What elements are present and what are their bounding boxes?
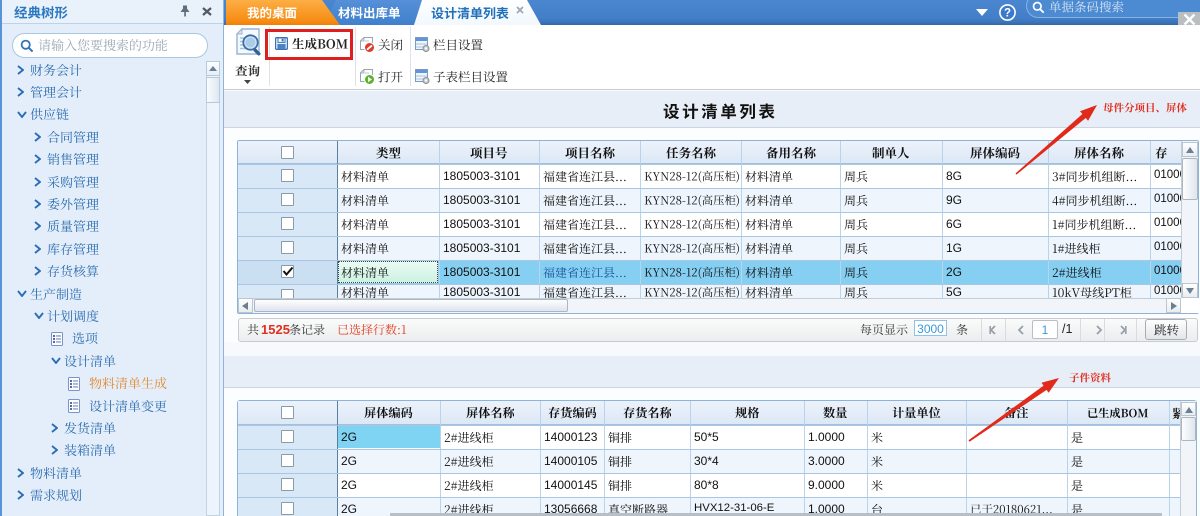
svg-text:?: ? <box>1004 8 1011 20</box>
